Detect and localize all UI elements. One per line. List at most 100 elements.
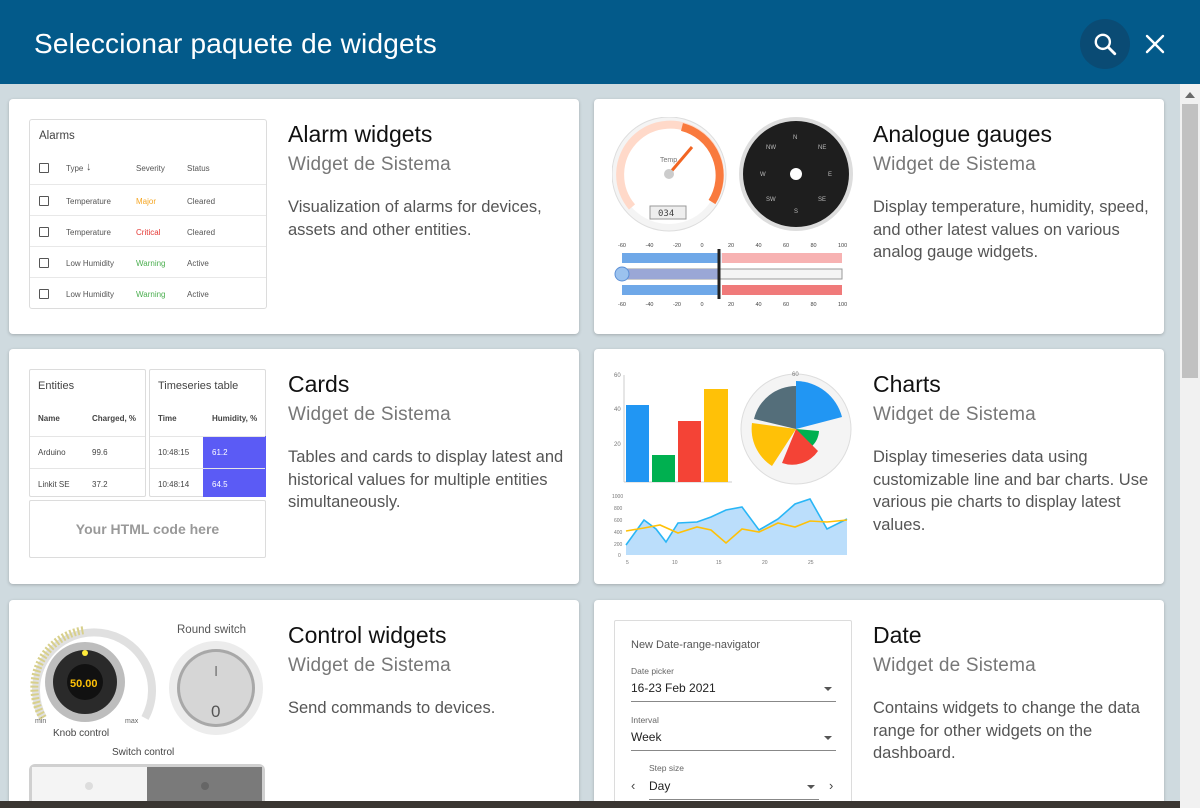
table-row: Low Humidity Warning Active [30,277,266,308]
checkbox-icon [39,196,49,206]
scale-tick: -60 [618,243,626,249]
checkbox-icon [39,227,49,237]
chevron-left-icon: ‹ [631,778,636,793]
compass-label: N [793,135,797,141]
compass-label: SW [766,197,776,203]
scale-tick: -60 [618,302,626,308]
card-info: Alarm widgets Widget de Sistema Visualiz… [288,121,568,241]
compass-label: NE [818,145,826,151]
charts-preview-graphic: 60 40 20 60 1000 800 600 400 200 0 5 10 … [612,372,852,566]
x-tick: 5 [626,560,629,566]
cell: 10:48:15 [158,448,190,457]
date-range-navigator-preview: New Date-range-navigator Date picker 16-… [614,620,852,808]
card-date[interactable]: New Date-range-navigator Date picker 16-… [594,600,1164,808]
scale-tick: -40 [646,302,654,308]
gauges-preview: Temp 034 N NE E SE S SW W NW -60 -60 -40 -4… [611,116,857,317]
cell-type: Temperature [66,197,111,206]
cell-type: Temperature [66,228,111,237]
chevron-right-icon: › [829,778,834,793]
card-info: Cards Widget de Sistema Tables and cards… [288,371,568,514]
cards-preview: Entities Name Charged, % Arduino 99.6 Li… [27,367,272,567]
card-title: Date [873,622,922,648]
card-alarm-widgets[interactable]: Alarms Type ↓ Severity Status Temperatur… [9,99,579,334]
control-preview-graphic: 50.00 min max Knob control Round switch … [29,624,265,808]
compass-label: NW [766,145,776,151]
checkbox-icon [39,289,49,299]
search-icon [1094,33,1117,56]
card-info: Control widgets Widget de Sistema Send c… [288,622,568,720]
card-cards[interactable]: Entities Name Charged, % Arduino 99.6 Li… [9,349,579,584]
caret-down-icon [807,785,815,789]
dialog-title: Seleccionar paquete de widgets [34,28,437,59]
step-label: Step size [649,763,684,773]
bar-tick: 20 [614,442,621,448]
checkbox-icon [39,258,49,268]
knob-min: min [35,718,46,725]
scroll-up-icon[interactable] [1185,92,1195,98]
scale-tick: -20 [673,302,681,308]
date-navigator-title: New Date-range-navigator [631,639,761,651]
scrollbar-thumb[interactable] [1182,104,1198,378]
cell-status: Cleared [187,197,216,206]
vertical-scrollbar[interactable] [1180,84,1200,808]
line-tick: 600 [614,518,623,524]
charts-preview: 60 40 20 60 1000 800 600 400 200 0 5 10 … [612,367,857,567]
pie-tick: 60 [792,372,799,378]
close-button[interactable] [1130,19,1180,69]
card-description: Display temperature, humidity, speed, an… [873,198,1149,261]
caret-down-icon [824,687,832,691]
card-title: Alarm widgets [288,121,433,147]
compass-label: E [828,172,832,178]
line-tick: 0 [618,553,621,559]
card-info: Analogue gauges Widget de Sistema Displa… [873,121,1153,264]
card-subtitle: Widget de Sistema [288,154,451,175]
card-subtitle: Widget de Sistema [873,655,1036,676]
card-title: Charts [873,371,941,397]
card-control-widgets[interactable]: 50.00 min max Knob control Round switch … [9,600,579,808]
checkbox-icon [39,163,49,173]
scale-tick: 0 [701,243,704,249]
control-preview: 50.00 min max Knob control Round switch … [27,618,272,808]
cell-status: Active [187,290,209,299]
column-header: Charged, % [92,414,137,423]
card-description: Display timeseries data using customizab… [873,448,1149,534]
scale-tick: 80 [811,243,817,249]
scale-tick: 100 [838,243,847,249]
card-title: Cards [288,371,350,397]
scale-tick: 80 [811,302,817,308]
scale-tick: 60 [783,243,789,249]
timeseries-title: Timeseries table [158,380,239,392]
gauge-value: 034 [658,209,674,219]
gauge-label: Temp [660,157,677,164]
card-title: Control widgets [288,622,447,648]
compass-label: S [794,209,798,215]
scale-tick: 40 [756,243,762,249]
gauges-preview-graphic: Temp 034 N NE E SE S SW W NW -60 -60 -40 -4… [611,116,853,308]
column-header: Status [187,164,210,173]
knob-label: Knob control [53,728,109,739]
step-value: Day [649,779,671,793]
card-charts[interactable]: 60 40 20 60 1000 800 600 400 200 0 5 10 … [594,349,1164,584]
compass-label: SE [818,197,826,203]
caret-down-icon [824,736,832,740]
date-picker-label: Date picker [631,666,674,676]
bar-tick: 40 [614,407,621,413]
knob-value: 50.00 [70,678,98,690]
switch-label: Switch control [112,747,174,758]
knob-max: max [125,718,139,725]
cell: 10:48:14 [158,480,190,489]
column-header: Severity [136,164,165,173]
cell-status: Active [187,259,209,268]
card-info: Date Widget de Sistema Contains widgets … [873,622,1153,765]
close-icon [1145,34,1165,54]
cell: 61.2 [212,448,228,457]
column-header: Name [38,414,60,423]
card-analogue-gauges[interactable]: Temp 034 N NE E SE S SW W NW -60 -60 -40 -4… [594,99,1164,334]
html-card-preview: Your HTML code here [29,500,266,558]
x-tick: 15 [716,560,722,566]
card-subtitle: Widget de Sistema [873,154,1036,175]
scale-tick: 40 [756,302,762,308]
card-subtitle: Widget de Sistema [288,655,451,676]
cell: Linkit SE [38,480,70,489]
search-button[interactable] [1080,19,1130,69]
